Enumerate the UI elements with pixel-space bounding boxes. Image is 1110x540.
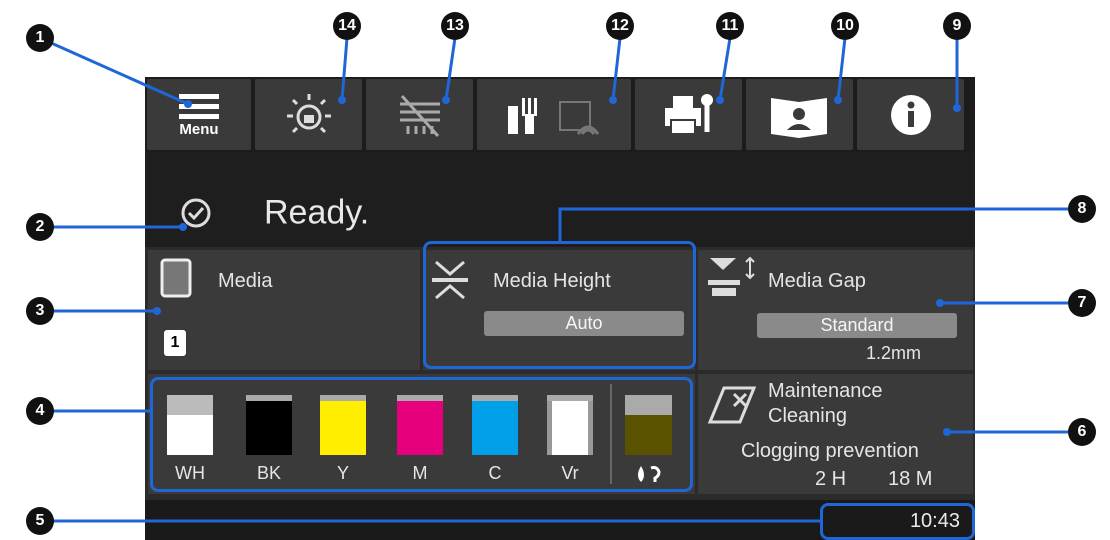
callout-6: 6 <box>1068 418 1096 446</box>
callout-13: 13 <box>441 12 469 40</box>
callout-4: 4 <box>26 397 54 425</box>
callout-2: 2 <box>26 213 54 241</box>
callout-9: 9 <box>943 12 971 40</box>
callout-14: 14 <box>333 12 361 40</box>
callout-11: 11 <box>716 12 744 40</box>
callout-5: 5 <box>26 507 54 535</box>
callout-10: 10 <box>831 12 859 40</box>
callout-8: 8 <box>1068 195 1096 223</box>
callout-12: 12 <box>606 12 634 40</box>
callout-lines <box>39 36 1068 523</box>
callout-7: 7 <box>1068 289 1096 317</box>
callout-3: 3 <box>26 297 54 325</box>
callout-1: 1 <box>26 24 54 52</box>
